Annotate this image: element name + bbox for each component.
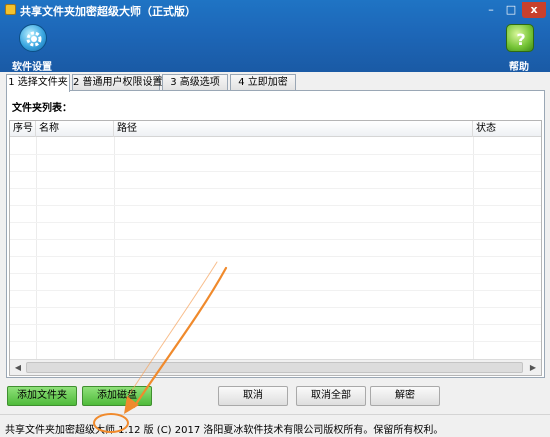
version-highlight-circle [93, 413, 129, 433]
tab-encrypt-now[interactable]: 4 立即加密 [230, 74, 296, 91]
app-window: 共享文件夹加密超级大师（正式版） – □ x 软件设置 ? 帮助 1 选择文件夹… [0, 0, 550, 437]
add-folder-button[interactable]: 添加文件夹 [7, 386, 77, 406]
grid-line [10, 205, 541, 206]
cancel-all-button[interactable]: 取消全部 [296, 386, 366, 406]
minimize-button[interactable]: – [482, 2, 500, 18]
status-bar: 共享文件夹加密超级大师 1.12 版 (C) 2017 洛阳夏冰软件技术有限公司… [0, 414, 550, 437]
copyright-text: 共享文件夹加密超级大师 1.12 版 (C) 2017 洛阳夏冰软件技术有限公司… [5, 425, 444, 436]
app-icon [5, 4, 16, 15]
tab-advanced-options[interactable]: 3 高级选项 [162, 74, 228, 91]
window-title: 共享文件夹加密超级大师（正式版） [20, 5, 196, 18]
grid-line [10, 239, 541, 240]
horizontal-scrollbar[interactable]: ◀ ▶ [10, 359, 541, 375]
column-header-status[interactable]: 状态 [473, 121, 541, 137]
grid-line [10, 324, 541, 325]
column-header-name[interactable]: 名称 [36, 121, 114, 137]
column-header-path[interactable]: 路径 [114, 121, 473, 137]
svg-text:?: ? [516, 30, 525, 49]
help-label: 帮助 [509, 62, 529, 73]
grid-line [10, 171, 541, 172]
grid-line [10, 222, 541, 223]
tab-user-permissions[interactable]: 2 普通用户权限设置 [72, 74, 163, 91]
grid-line [10, 307, 541, 308]
folder-list-caption: 文件夹列表： [12, 103, 72, 114]
folder-list[interactable]: 序号 名称 路径 状态 ◀ ▶ [9, 120, 542, 376]
grid-line [10, 341, 541, 342]
cancel-button[interactable]: 取消 [218, 386, 288, 406]
help-button[interactable]: ? 帮助 [494, 22, 544, 73]
grid-line [10, 154, 541, 155]
scroll-left-arrow-icon[interactable]: ◀ [10, 360, 26, 375]
tab-select-folder[interactable]: 1 选择文件夹 [6, 74, 70, 92]
settings-label: 软件设置 [12, 62, 52, 73]
grid-line [10, 188, 541, 189]
gear-icon [19, 24, 47, 52]
grid-line [10, 273, 541, 274]
settings-button[interactable]: 软件设置 [7, 22, 57, 73]
question-icon: ? [506, 24, 534, 52]
grid-line [10, 256, 541, 257]
close-button[interactable]: x [522, 2, 546, 18]
column-header-index[interactable]: 序号 [10, 121, 36, 137]
scroll-right-arrow-icon[interactable]: ▶ [525, 360, 541, 375]
decrypt-button[interactable]: 解密 [370, 386, 440, 406]
grid-line [10, 290, 541, 291]
add-disk-button[interactable]: 添加磁盘 [82, 386, 152, 406]
list-header: 序号 名称 路径 状态 [10, 121, 541, 137]
maximize-button[interactable]: □ [502, 2, 520, 18]
tab-panel: 文件夹列表： 序号 名称 路径 状态 ◀ ▶ [6, 90, 545, 378]
header-bar: 共享文件夹加密超级大师（正式版） – □ x 软件设置 ? 帮助 [0, 0, 550, 73]
scrollbar-thumb[interactable] [26, 362, 523, 373]
